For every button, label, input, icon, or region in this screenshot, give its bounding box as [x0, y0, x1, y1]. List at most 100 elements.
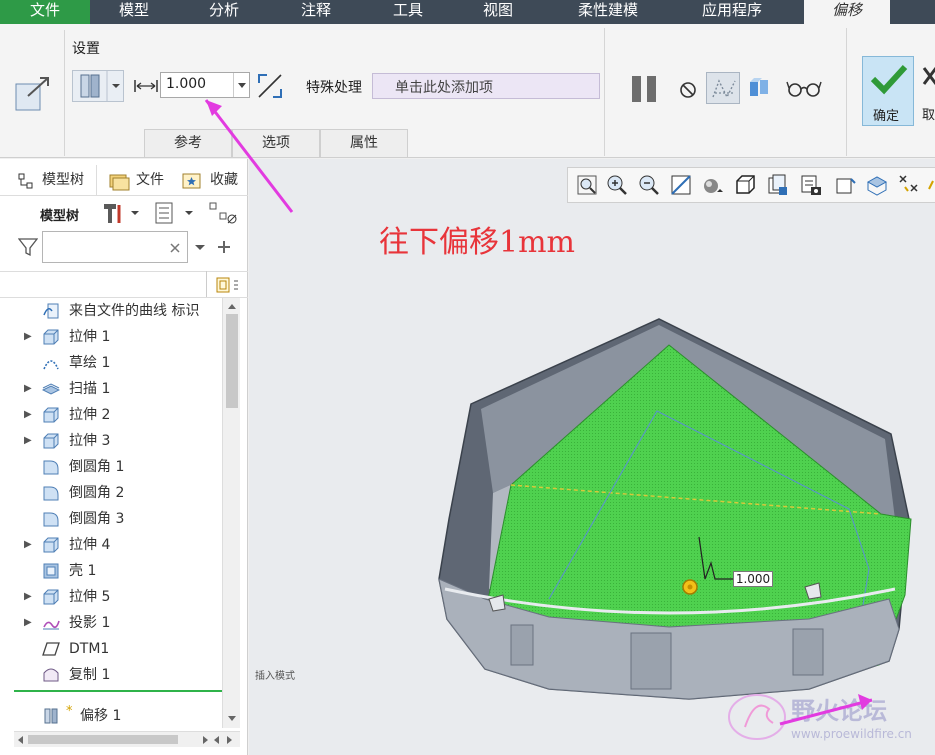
menu-view[interactable]: 视图	[462, 0, 534, 24]
sweep-icon	[42, 383, 60, 395]
special-handling-placeholder: 单击此处添加项	[395, 80, 493, 96]
panel-divider	[0, 195, 248, 196]
ribbon-separator	[846, 28, 847, 156]
tree-vertical-scrollbar[interactable]	[222, 298, 240, 728]
tab-properties[interactable]: 属性	[320, 129, 408, 157]
chevron-down-icon[interactable]	[235, 81, 249, 91]
expand-arrow-icon[interactable]: ▶	[24, 428, 32, 454]
expand-arrow-icon[interactable]: ▶	[24, 584, 32, 610]
tree-item[interactable]: ▶ 扫描 1	[0, 376, 222, 402]
scroll-up-icon[interactable]	[226, 301, 238, 311]
scroll-right-icon[interactable]	[224, 735, 234, 745]
expand-arrow-icon[interactable]: ▶	[24, 610, 32, 636]
pause-icon[interactable]	[630, 74, 660, 104]
verify-glasses-icon[interactable]	[786, 76, 822, 100]
extrude-icon	[43, 537, 59, 553]
menu-analysis[interactable]: 分析	[188, 0, 260, 24]
expand-arrow-icon[interactable]: ▶	[24, 532, 32, 558]
tab-options[interactable]: 选项	[232, 129, 320, 157]
menu-applications[interactable]: 应用程序	[680, 0, 784, 24]
tree-item-label: 投影 1	[69, 615, 111, 631]
extrude-icon	[43, 407, 59, 423]
expand-arrow-icon[interactable]: ▶	[24, 376, 32, 402]
tree-item-label: 拉伸 1	[69, 329, 111, 345]
tree-item[interactable]: 复制 1	[0, 662, 222, 688]
show-columns-icon[interactable]	[154, 201, 194, 225]
column-divider	[206, 271, 207, 297]
tree-item[interactable]: 倒圆角 1	[0, 454, 222, 480]
tree-item[interactable]: ▶ 投影 1	[0, 610, 222, 636]
scroll-thumb[interactable]	[28, 735, 178, 744]
chevron-down-icon[interactable]	[194, 243, 206, 253]
graphics-viewport[interactable]: 往下偏移1mm 插入模式 1.000 野火论坛 www.proewildfire…	[249, 159, 935, 755]
detached-preview-icon[interactable]	[746, 74, 774, 102]
insert-indicator[interactable]	[14, 690, 222, 692]
tree-item[interactable]: ▶ 拉伸 2	[0, 402, 222, 428]
tree-item-label: 复制 1	[69, 667, 111, 683]
insert-mark: *	[66, 704, 73, 719]
tree-item[interactable]: 倒圆角 2	[0, 480, 222, 506]
extrude-icon	[43, 329, 59, 345]
tree-filter-hide-icon[interactable]	[208, 201, 238, 225]
add-icon[interactable]	[216, 239, 232, 255]
input-divider	[233, 73, 234, 97]
tree-item[interactable]: ▶ 拉伸 1	[0, 324, 222, 350]
column-settings-icon[interactable]	[216, 277, 242, 293]
tab-model-tree-label: 模型树	[42, 172, 84, 188]
menu-file[interactable]: 文件	[0, 0, 90, 24]
special-handling-collector[interactable]: 单击此处添加项	[372, 73, 600, 99]
tree-icon	[18, 173, 33, 189]
expand-arrow-icon[interactable]: ▶	[24, 324, 32, 350]
tree-item[interactable]: 壳 1	[0, 558, 222, 584]
clear-icon[interactable]	[169, 242, 181, 254]
scroll-left-icon[interactable]	[212, 735, 222, 745]
filter-icon[interactable]	[17, 237, 39, 257]
tree-item[interactable]: 来自文件的曲线 标识	[0, 298, 222, 324]
menu-offset[interactable]: 偏移	[804, 0, 890, 24]
tree-item-label: 拉伸 3	[69, 433, 111, 449]
no-preview-icon[interactable]	[678, 80, 698, 100]
tree-item-label: 扫描 1	[69, 381, 111, 397]
scroll-right-icon[interactable]	[200, 735, 210, 745]
offset-type-dropdown[interactable]	[72, 70, 124, 102]
confirm-button[interactable]: 确定	[862, 56, 914, 126]
tab-files[interactable]: 文件	[108, 165, 164, 195]
folder-icon	[109, 174, 130, 191]
scroll-thumb[interactable]	[226, 314, 238, 408]
tree-item-current[interactable]: * 偏移 1	[0, 703, 222, 729]
tree-search-input[interactable]	[42, 231, 188, 263]
tree-item-label: 偏移 1	[80, 708, 122, 724]
distance-icon	[134, 78, 158, 94]
attached-preview-icon[interactable]	[706, 72, 740, 104]
tab-references[interactable]: 参考	[144, 129, 232, 157]
tree-item[interactable]: ▶ 拉伸 5	[0, 584, 222, 610]
offset-distance-input[interactable]: 1.000	[160, 72, 250, 98]
offset-surface-icon	[80, 71, 120, 101]
flip-direction-icon[interactable]	[256, 72, 284, 100]
menu-tools[interactable]: 工具	[372, 0, 444, 24]
menu-annotate[interactable]: 注释	[280, 0, 352, 24]
ribbon: 设置 1.000 特殊处理 单击此处添加项 参考 选项 属性 确定 取	[0, 24, 935, 158]
tree-item[interactable]: ▶ 拉伸 3	[0, 428, 222, 454]
sketch-icon	[43, 360, 59, 370]
scroll-down-icon[interactable]	[226, 714, 238, 724]
tree-item[interactable]: 倒圆角 3	[0, 506, 222, 532]
menu-model[interactable]: 模型	[98, 0, 170, 24]
model-geometry[interactable]	[249, 159, 935, 755]
tree-item[interactable]: ▶ 拉伸 4	[0, 532, 222, 558]
projection-icon	[43, 620, 60, 630]
tree-horizontal-scrollbar[interactable]	[14, 731, 240, 747]
cancel-button[interactable]: 取	[920, 56, 935, 126]
tab-favorites[interactable]: 收藏	[182, 165, 240, 195]
menu-flexible-modeling[interactable]: 柔性建模	[558, 0, 658, 24]
copy-icon	[43, 668, 59, 682]
panel-divider	[0, 271, 248, 272]
expand-arrow-icon[interactable]: ▶	[24, 402, 32, 428]
extrude-icon	[43, 433, 59, 449]
settings-tools-icon[interactable]	[100, 201, 140, 225]
tree-item[interactable]: 草绘 1	[0, 350, 222, 376]
tree-item[interactable]: DTM1	[0, 636, 222, 662]
dimension-label[interactable]: 1.000	[733, 571, 773, 587]
offset-type-icon[interactable]	[14, 72, 54, 112]
scroll-left-icon[interactable]	[16, 735, 26, 745]
